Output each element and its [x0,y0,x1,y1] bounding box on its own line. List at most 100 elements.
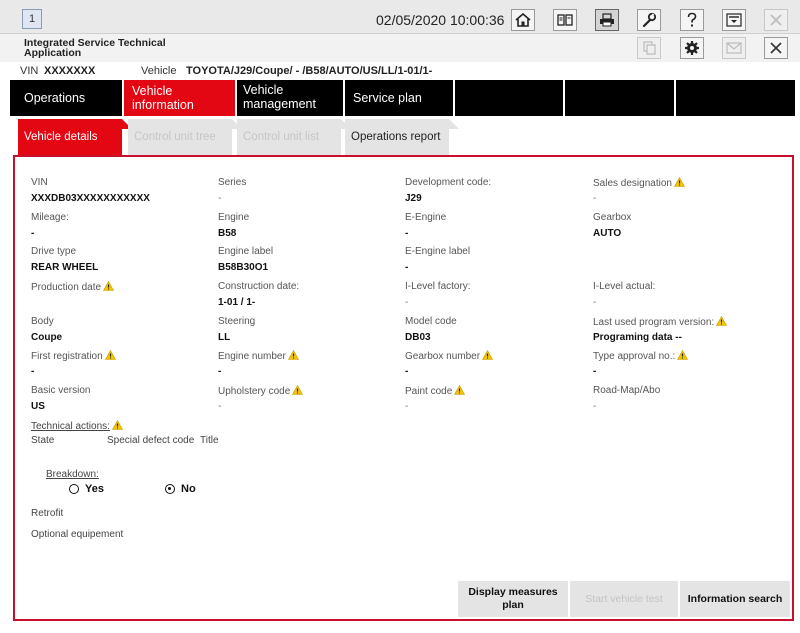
dropdown-menu-button[interactable] [722,9,746,31]
window-number-button[interactable]: 1 [22,9,42,29]
vin-header-label: VIN [20,65,39,77]
tab-control-unit-list[interactable]: Control unit list [237,119,351,155]
basic-version-value: US [31,401,45,412]
production-date-label: Production date [31,282,102,293]
help-button[interactable] [680,9,704,31]
model-code-label: Model code [405,316,457,327]
sales-designation-label: Sales designation [593,178,672,189]
field-series: Series - [218,177,398,205]
field-basic-version: Basic version US [31,385,211,413]
body-label: Body [31,316,54,327]
information-search-button[interactable]: Information search [680,581,790,617]
road-map-abo-label: Road-Map/Abo [593,385,661,396]
copy-icon [643,41,656,55]
compare-icon [557,14,573,26]
steering-value: LL [218,332,231,343]
wrench-icon [642,12,657,28]
field-steering: Steering LL [218,316,398,344]
settings-icon [685,41,699,55]
copy-button[interactable] [637,37,661,59]
nav-service-plan[interactable]: Service plan [345,80,455,116]
gearbox-number-label: Gearbox number [405,351,481,362]
breakdown-yes-radio[interactable]: Yes [69,483,104,495]
field-gearbox-number: Gearbox number - [405,350,585,378]
compare-button[interactable] [553,9,577,31]
top-toolbar: 1 02/05/2020 10:00:36 [0,0,800,34]
series-value: - [218,193,222,204]
development-code-value: J29 [405,193,422,204]
model-code-value: DB03 [405,332,431,343]
mileage-value: - [31,228,35,239]
warning-icon [287,350,299,360]
field-construction-date: Construction date: 1-01 / 1- [218,281,398,309]
e-engine-label-label: E-Engine label [405,246,471,257]
field-vin: VIN XXXDB03XXXXXXXXXXX [31,177,211,205]
column-header-special-defect-code[interactable]: Special defect code [107,435,194,446]
service-functions-button[interactable] [637,9,661,31]
field-body: Body Coupe [31,316,211,344]
nav-vehicle-information[interactable]: Vehicle information [124,80,237,116]
warning-icon [677,350,689,360]
nav-empty-1[interactable] [455,80,565,116]
tab-operations-report[interactable]: Operations report [345,119,459,155]
gearbox-label: Gearbox [593,212,632,223]
field-engine: Engine B58 [218,212,398,240]
warning-icon [454,385,466,395]
start-vehicle-test-button[interactable]: Start vehicle test [570,581,678,617]
nav-empty-2[interactable] [565,80,676,116]
last-program-version-label: Last used program version: [593,317,715,328]
production-date-value [31,297,211,309]
nav-vehicle-management[interactable]: Vehicle management [237,80,345,116]
engine-label: Engine [218,212,250,223]
paint-code-value: - [405,401,409,412]
field-engine-label: Engine label B58B30O1 [218,246,398,274]
nav-empty-3[interactable] [676,80,795,116]
home-button[interactable] [511,9,535,31]
paint-code-label: Paint code [405,386,453,397]
warning-icon [111,420,123,430]
dropdown-menu-icon [726,13,742,27]
close-app-button[interactable] [764,37,788,59]
i-level-actual-value: - [593,297,597,308]
field-production-date: Production date [31,281,211,309]
body-value: Coupe [31,332,63,343]
tab-vehicle-details[interactable]: Vehicle details [18,119,132,155]
i-level-actual-label: I-Level actual: [593,281,656,292]
column-header-state[interactable]: State [31,435,54,446]
field-development-code: Development code: J29 [405,177,585,205]
column-header-title[interactable]: Title [200,435,219,446]
engine-label-value: B58B30O1 [218,262,269,273]
technical-actions-heading[interactable]: Technical actions: [31,420,123,432]
radio-circle [69,484,79,494]
mail-icon [726,42,742,54]
vin-label: VIN [31,177,48,188]
retrofit-label: Retrofit [31,508,64,519]
print-button[interactable] [595,9,619,31]
home-icon [515,13,531,27]
optional-equipment-label: Optional equipement [31,529,124,540]
display-measures-plan-button[interactable]: Display measures plan [458,581,568,617]
warning-icon [673,177,685,187]
last-program-version-value: Programing data -- [593,332,682,343]
upholstery-code-value: - [218,401,222,412]
engine-number-value: - [218,366,222,377]
e-engine-value: - [405,228,409,239]
warning-icon [103,281,115,291]
drive-type-value: REAR WHEEL [31,262,99,273]
mail-button[interactable] [722,37,746,59]
development-code-label: Development code: [405,177,492,188]
breakdown-no-radio[interactable]: No [165,483,196,495]
close-window-button[interactable] [764,9,788,31]
engine-value: B58 [218,228,237,239]
field-sales-designation: Sales designation - [593,177,773,205]
first-registration-label: First registration [31,351,103,362]
field-last-program-version: Last used program version: Programing da… [593,316,788,344]
vehicle-details-panel: VIN XXXDB03XXXXXXXXXXX Series - Developm… [13,155,794,621]
warning-icon [292,385,304,395]
field-i-level-factory: I-Level factory: - [405,281,585,309]
settings-button[interactable] [680,37,704,59]
first-registration-value: - [31,366,35,377]
e-engine-label-value: - [405,262,409,273]
tab-control-unit-tree[interactable]: Control unit tree [128,119,242,155]
nav-operations[interactable]: Operations [10,80,124,116]
